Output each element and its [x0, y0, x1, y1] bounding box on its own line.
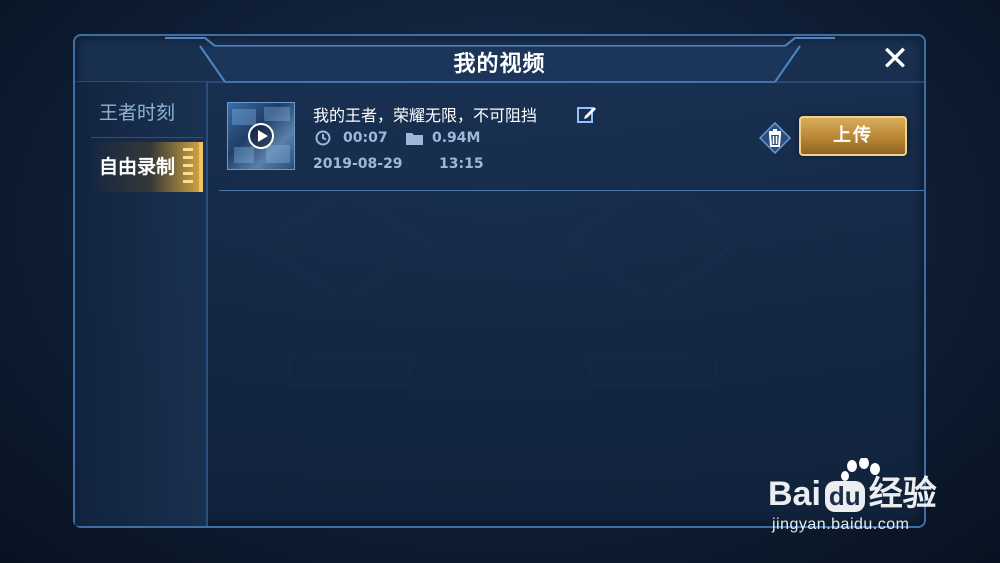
video-thumbnail[interactable]	[227, 102, 295, 170]
play-icon[interactable]	[248, 123, 274, 149]
sidebar: 王者时刻 自由录制	[75, 82, 208, 526]
video-list-item: 我的王者，荣耀无限，不可阻挡 00:07 0.94M 2019-08-29 13…	[219, 90, 924, 191]
tab-label: 自由录制	[99, 156, 176, 178]
baidu-jingyan-watermark: Bai du 经验 jingyan.baidu.com	[768, 458, 988, 548]
clock-icon	[315, 130, 331, 146]
video-date: 2019-08-29	[313, 156, 403, 172]
delete-button[interactable]	[759, 122, 791, 154]
video-size: 0.94M	[432, 130, 481, 146]
close-icon: ✕	[880, 39, 910, 79]
active-tab-glow	[183, 148, 193, 186]
tab-label: 王者时刻	[99, 102, 176, 124]
edit-icon[interactable]	[577, 104, 597, 124]
video-title: 我的王者，荣耀无限，不可阻挡	[313, 106, 538, 125]
close-button[interactable]: ✕	[876, 40, 914, 78]
tab-free-recording[interactable]: 自由录制	[91, 142, 203, 192]
upload-button[interactable]: 上传	[799, 116, 907, 156]
tab-king-moments[interactable]: 王者时刻	[91, 88, 203, 138]
my-videos-dialog: 我的视频 ✕ 王者时刻 自由录制 我的王者，荣耀无限，不可阻挡 00:07 0.…	[73, 34, 926, 528]
dialog-titlebar: 我的视频 ✕	[75, 36, 924, 86]
video-time: 13:15	[439, 156, 484, 172]
watermark-brand: Bai du 经验	[768, 475, 937, 513]
dialog-title: 我的视频	[453, 52, 546, 77]
folder-icon	[406, 133, 423, 145]
video-duration: 00:07	[343, 130, 388, 146]
watermark-url: jingyan.baidu.com	[772, 516, 910, 533]
